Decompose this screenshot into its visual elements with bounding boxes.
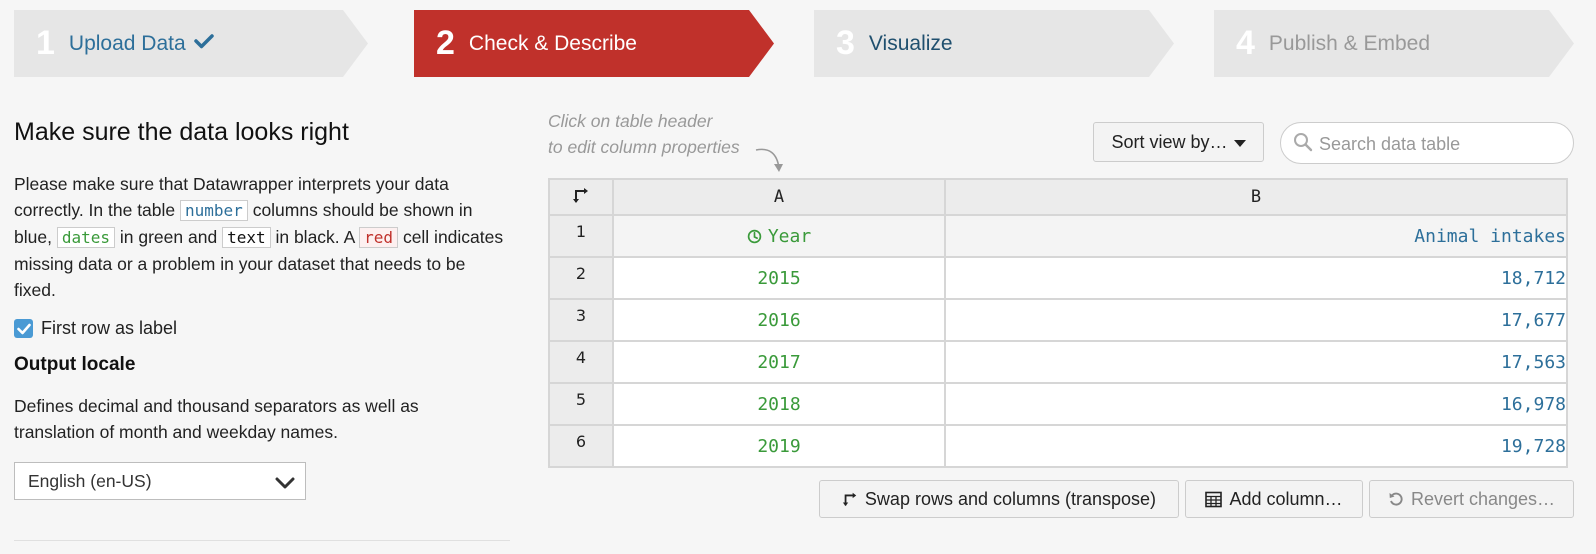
clock-icon xyxy=(747,229,762,243)
data-table: A B 1 Year Animal intakes 2 2015 18,712 … xyxy=(548,178,1568,468)
table-cell[interactable]: 2018 xyxy=(612,382,946,426)
table-row: 2 2015 18,712 xyxy=(548,256,1568,300)
section-title: Make sure the data looks right xyxy=(14,118,349,146)
step-visualize[interactable]: 3 Visualize xyxy=(814,10,1174,77)
step-number: 2 xyxy=(436,24,455,62)
column-header-b[interactable]: B xyxy=(944,178,1568,216)
divider xyxy=(14,540,510,541)
transpose-icon xyxy=(842,492,857,507)
red-code-tag: red xyxy=(359,227,399,248)
step-publish-embed: 4 Publish & Embed xyxy=(1214,10,1574,77)
table-cell[interactable]: 19,728 xyxy=(944,424,1568,468)
step-number: 1 xyxy=(36,24,55,62)
header-cell-year[interactable]: Year xyxy=(612,214,946,258)
transpose-corner-button[interactable] xyxy=(548,178,614,216)
table-cell[interactable]: 2019 xyxy=(612,424,946,468)
transpose-icon xyxy=(573,188,588,203)
table-row: 4 2017 17,563 xyxy=(548,340,1568,384)
button-label: Revert changes… xyxy=(1410,488,1556,509)
number-code-tag: number xyxy=(180,200,248,221)
step-label: Check & Describe xyxy=(468,31,637,55)
header-cell-text: Year xyxy=(767,225,812,247)
text-code-tag: text xyxy=(222,227,271,248)
table-icon xyxy=(1205,491,1223,507)
search-input[interactable] xyxy=(1317,131,1561,157)
step-upload-data[interactable]: 1 Upload Data xyxy=(14,10,368,77)
step-label: Publish & Embed xyxy=(1268,31,1431,55)
sort-view-dropdown[interactable]: Sort view by… xyxy=(1093,122,1264,162)
checkmark-icon xyxy=(194,33,214,54)
row-number: 5 xyxy=(548,382,614,426)
column-header-a[interactable]: A xyxy=(612,178,946,216)
undo-icon xyxy=(1389,492,1403,506)
row-number: 2 xyxy=(548,256,614,300)
revert-changes-button[interactable]: Revert changes… xyxy=(1369,480,1574,518)
search-icon xyxy=(1293,132,1313,157)
table-cell[interactable]: 2017 xyxy=(612,340,946,384)
describe-panel: Make sure the data looks right Please ma… xyxy=(14,118,510,303)
step-check-describe[interactable]: 2 Check & Describe xyxy=(414,10,774,77)
sort-label: Sort view by… xyxy=(1111,131,1228,152)
add-column-button[interactable]: Add column… xyxy=(1185,480,1363,518)
output-locale-description: Defines decimal and thousand separators … xyxy=(14,396,419,442)
dates-code-tag: dates xyxy=(56,227,115,248)
step-label: Visualize xyxy=(868,31,953,55)
checkbox-checked-icon[interactable] xyxy=(14,319,33,338)
output-locale-title: Output locale xyxy=(14,354,136,375)
button-label: Swap rows and columns (transpose) xyxy=(864,488,1157,509)
hint-arrow-icon xyxy=(755,148,783,172)
instructions-text: Please make sure that Datawrapper interp… xyxy=(14,171,510,303)
checkbox-label: First row as label xyxy=(41,318,178,338)
search-box[interactable] xyxy=(1280,122,1574,164)
caret-down-icon xyxy=(1233,132,1246,153)
step-number: 4 xyxy=(1236,24,1255,62)
row-number: 4 xyxy=(548,340,614,384)
table-cell[interactable]: 17,563 xyxy=(944,340,1568,384)
hint-line: to edit column properties xyxy=(548,137,740,157)
table-row: 1 Year Animal intakes xyxy=(548,214,1568,258)
button-label: Add column… xyxy=(1229,488,1343,509)
locale-selected-value: English (en-US) xyxy=(28,470,152,491)
table-row: 5 2018 16,978 xyxy=(548,382,1568,426)
table-row: 3 2016 17,677 xyxy=(548,298,1568,342)
table-cell[interactable]: 16,978 xyxy=(944,382,1568,426)
row-number: 6 xyxy=(548,424,614,468)
table-header-hint: Click on table header to edit column pro… xyxy=(548,108,740,160)
step-number: 3 xyxy=(836,24,855,62)
instructions-part: in green and xyxy=(119,227,218,247)
table-cell[interactable]: 18,712 xyxy=(944,256,1568,300)
table-cell[interactable]: 17,677 xyxy=(944,298,1568,342)
step-label: Upload Data xyxy=(68,31,186,55)
chevron-down-icon xyxy=(275,474,295,495)
row-number: 3 xyxy=(548,298,614,342)
hint-line: Click on table header xyxy=(548,111,713,131)
table-cell[interactable]: 2016 xyxy=(612,298,946,342)
row-number: 1 xyxy=(548,214,614,258)
table-row: 6 2019 19,728 xyxy=(548,424,1568,468)
first-row-label-checkbox[interactable]: First row as label xyxy=(14,318,177,339)
transpose-button[interactable]: Swap rows and columns (transpose) xyxy=(819,480,1179,518)
header-cell-animal-intakes[interactable]: Animal intakes xyxy=(944,214,1568,258)
instructions-part: in black. A xyxy=(275,227,355,247)
table-cell[interactable]: 2015 xyxy=(612,256,946,300)
locale-select[interactable]: English (en-US) xyxy=(14,462,306,500)
column-header-row: A B xyxy=(548,178,1568,216)
